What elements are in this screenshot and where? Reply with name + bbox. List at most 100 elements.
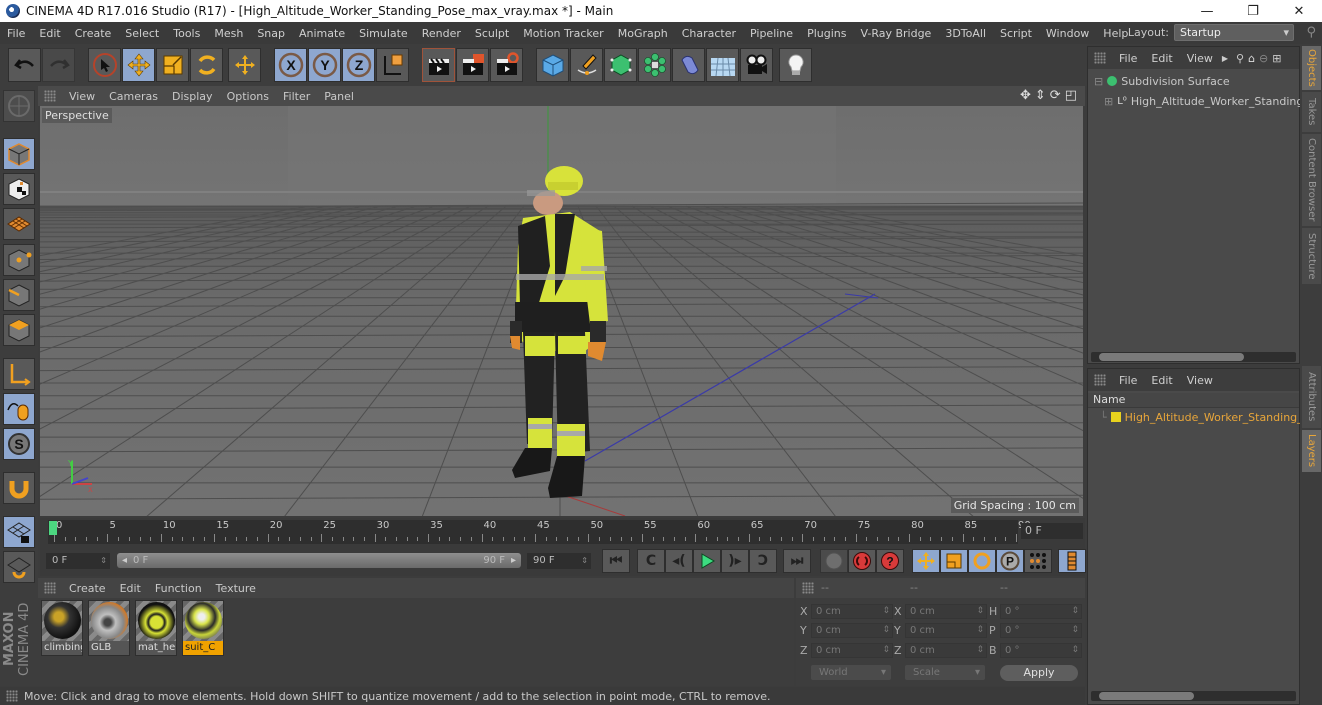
objects-horizontal-scrollbar[interactable] <box>1091 352 1296 362</box>
timeline-ruler[interactable]: 051015202530354045505560657075808590 <box>48 520 1031 544</box>
next-key-button[interactable]: Ↄ <box>749 549 777 573</box>
menu-window[interactable]: Window <box>1039 27 1096 40</box>
viewport-menu-view[interactable]: View <box>62 90 102 103</box>
rot-p-field[interactable]: 0 ° <box>1000 623 1082 638</box>
viewport-menu-cameras[interactable]: Cameras <box>102 90 165 103</box>
menu-mesh[interactable]: Mesh <box>207 27 250 40</box>
name-column-header[interactable]: Name <box>1088 393 1299 408</box>
pos-x-field[interactable]: 0 cm <box>811 604 893 619</box>
material-menu-texture[interactable]: Texture <box>209 582 263 595</box>
rot-b-field[interactable]: 0 ° <box>1000 643 1082 658</box>
record-position-button[interactable] <box>912 549 940 573</box>
keyframe-selection-button[interactable]: ? <box>876 549 904 573</box>
close-button[interactable]: ✕ <box>1276 0 1322 22</box>
rot-h-field[interactable]: 0 ° <box>1000 604 1082 619</box>
menu-render[interactable]: Render <box>415 27 468 40</box>
menu-tools[interactable]: Tools <box>166 27 207 40</box>
viewport-menu-display[interactable]: Display <box>165 90 220 103</box>
panel-grip-icon[interactable] <box>44 582 56 594</box>
move-view-icon[interactable]: ✥ <box>1020 88 1031 103</box>
last-tool-button[interactable] <box>228 48 261 82</box>
previous-key-button[interactable]: C <box>637 549 665 573</box>
rotate-tool-button[interactable] <box>190 48 223 82</box>
record-rotation-button[interactable] <box>968 549 996 573</box>
collapse-icon[interactable]: ⊟ <box>1094 75 1103 88</box>
size-x-field[interactable]: 0 cm <box>905 604 987 619</box>
layout-dropdown[interactable]: Startup <box>1174 24 1294 41</box>
record-parameter-button[interactable]: P <box>996 549 1024 573</box>
bookmark-icon[interactable]: ⊖ <box>1259 52 1268 65</box>
layer-color-swatch[interactable] <box>1110 412 1121 422</box>
material-item[interactable]: GLB <box>88 600 130 656</box>
more-menu-arrow-icon[interactable]: ▶ <box>1222 54 1228 63</box>
texture-mode-button[interactable] <box>3 173 35 205</box>
scale-tool-button[interactable] <box>156 48 189 82</box>
camera-label[interactable]: Perspective <box>42 108 112 123</box>
viewport-menu-options[interactable]: Options <box>220 90 276 103</box>
cube-button[interactable] <box>536 48 569 82</box>
object-row[interactable]: ⊟ Subdivision Surface <box>1094 72 1230 90</box>
tab-layers[interactable]: Layers <box>1302 430 1321 472</box>
pos-z-field[interactable]: 0 cm <box>811 643 893 658</box>
new-view-icon[interactable]: ⊞ <box>1272 52 1281 65</box>
end-frame-field[interactable]: 90 F ⇕ <box>527 553 591 569</box>
floor-button[interactable] <box>706 48 739 82</box>
minimize-button[interactable]: — <box>1184 0 1230 22</box>
panel-grip-icon[interactable] <box>44 90 56 102</box>
tab-structure[interactable]: Structure <box>1302 228 1321 284</box>
material-item[interactable]: climbing <box>41 600 83 656</box>
solo-mode-button[interactable]: S <box>3 428 35 460</box>
axis-mode-button[interactable] <box>3 358 35 390</box>
menu-vray-bridge[interactable]: V-Ray Bridge <box>853 27 938 40</box>
menu-pipeline[interactable]: Pipeline <box>743 27 800 40</box>
zoom-view-icon[interactable]: ⇕ <box>1035 88 1046 103</box>
render-view-button[interactable] <box>422 48 455 82</box>
render-picture-viewer-button[interactable] <box>456 48 489 82</box>
camera-button[interactable] <box>740 48 773 82</box>
autokeying-button[interactable] <box>848 549 876 573</box>
subdivision-surface-button[interactable] <box>604 48 637 82</box>
next-frame-button[interactable]: )▸ <box>721 549 749 573</box>
menu-mograph[interactable]: MoGraph <box>611 27 675 40</box>
current-frame-field[interactable]: 0 F <box>1021 523 1083 539</box>
move-tool-button[interactable] <box>122 48 155 82</box>
deformer-button[interactable] <box>672 48 705 82</box>
panel-grip-icon[interactable] <box>802 582 814 594</box>
apply-button[interactable]: Apply <box>1000 665 1078 681</box>
objects-menu-file[interactable]: File <box>1112 52 1144 65</box>
workplane-button[interactable] <box>3 208 35 240</box>
search-icon[interactable]: ⚲ <box>1306 25 1316 40</box>
frame-range-slider[interactable]: ◂ 0 F 90 F ▸ <box>117 553 521 568</box>
tab-attributes[interactable]: Attributes <box>1302 366 1321 428</box>
menu-character[interactable]: Character <box>675 27 743 40</box>
coordinate-system-button[interactable] <box>376 48 409 82</box>
locked-workplane-button[interactable] <box>3 551 35 583</box>
previous-frame-button[interactable]: ◂( <box>665 549 693 573</box>
light-button[interactable] <box>779 48 812 82</box>
material-menu-function[interactable]: Function <box>148 582 209 595</box>
make-editable-button[interactable] <box>3 90 35 122</box>
search-icon[interactable]: ⚲ <box>1236 52 1244 65</box>
menu-file[interactable]: File <box>0 27 32 40</box>
edges-mode-button[interactable] <box>3 279 35 311</box>
menu-simulate[interactable]: Simulate <box>352 27 415 40</box>
record-active-objects-button[interactable] <box>820 549 848 573</box>
material-menu-create[interactable]: Create <box>62 582 113 595</box>
pos-y-field[interactable]: 0 cm <box>811 623 893 638</box>
layers-horizontal-scrollbar[interactable] <box>1091 691 1296 701</box>
snap-button[interactable] <box>3 472 35 504</box>
tab-objects[interactable]: Objects <box>1302 46 1321 90</box>
tweak-mode-button[interactable] <box>3 393 35 425</box>
menu-create[interactable]: Create <box>68 27 119 40</box>
go-to-end-button[interactable]: ⏭ <box>783 549 811 573</box>
render-settings-button[interactable] <box>490 48 523 82</box>
rotate-view-icon[interactable]: ⟳ <box>1050 88 1061 103</box>
layers-menu-file[interactable]: File <box>1112 374 1144 387</box>
menu-edit[interactable]: Edit <box>32 27 67 40</box>
x-axis-button[interactable]: X <box>274 48 307 82</box>
record-scale-button[interactable] <box>940 549 968 573</box>
live-selection-button[interactable] <box>88 48 121 82</box>
menu-plugins[interactable]: Plugins <box>800 27 853 40</box>
layer-row[interactable]: └ High_Altitude_Worker_Standing_P <box>1100 408 1309 426</box>
menu-motion-tracker[interactable]: Motion Tracker <box>516 27 610 40</box>
